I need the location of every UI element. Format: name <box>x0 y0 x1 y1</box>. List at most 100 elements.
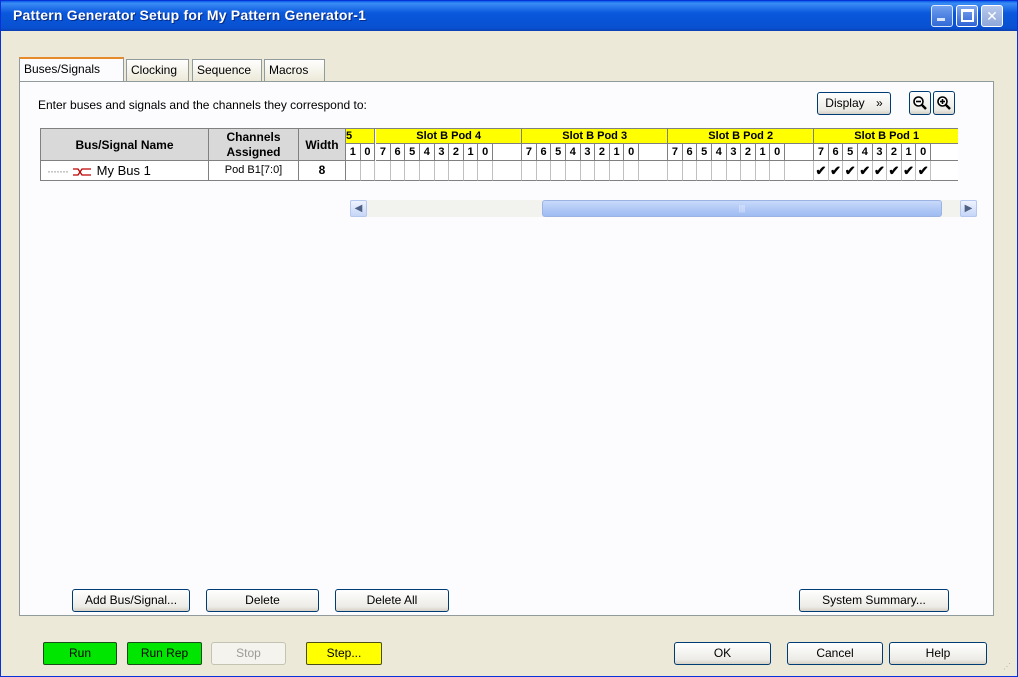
column-header-width[interactable]: Width <box>299 129 346 161</box>
bit-number-label: 3 <box>872 144 888 161</box>
bit-number-label: 7 <box>814 144 829 161</box>
resize-grip-icon[interactable]: ⋰ <box>1003 662 1013 672</box>
bus-icon <box>73 168 92 176</box>
title-bar[interactable]: Pattern Generator Setup for My Pattern G… <box>1 1 1017 31</box>
channel-cell[interactable] <box>478 161 493 181</box>
run-rep-button[interactable]: Run Rep <box>127 642 202 665</box>
channel-cell[interactable] <box>624 161 639 181</box>
column-header-channels[interactable]: Channels Assigned <box>209 129 299 161</box>
channel-cell[interactable] <box>449 161 464 181</box>
channel-cell[interactable] <box>770 161 785 181</box>
channel-cell[interactable] <box>755 161 771 181</box>
channel-cell[interactable]: ✔ <box>828 161 844 181</box>
chevron-left-icon: ◀ <box>354 203 363 214</box>
maximize-button[interactable] <box>956 5 978 27</box>
channel-cell[interactable] <box>741 161 756 181</box>
add-bus-signal-button[interactable]: Add Bus/Signal... <box>72 589 190 612</box>
channel-cell <box>639 161 669 181</box>
bit-number-label: 3 <box>580 144 596 161</box>
channel-cell[interactable]: ✔ <box>872 161 888 181</box>
channel-cell[interactable] <box>566 161 581 181</box>
bit-number-label: 6 <box>828 144 844 161</box>
bus-name: My Bus 1 <box>96 163 151 178</box>
table-row-channels-cell[interactable]: Pod B1[7:0] <box>209 161 299 181</box>
bit-number-label: 4 <box>420 144 435 161</box>
channel-cell[interactable] <box>420 161 435 181</box>
channel-cell[interactable] <box>390 161 406 181</box>
table-row-name-cell[interactable]: ······· My Bus 1 <box>41 161 209 181</box>
help-button[interactable]: Help <box>889 642 987 665</box>
close-icon: ✕ <box>986 8 998 24</box>
channel-cell[interactable] <box>726 161 742 181</box>
scroll-right-button[interactable]: ▶ <box>960 200 977 217</box>
bit-number-label: 0 <box>770 144 785 161</box>
instructions-text: Enter buses and signals and the channels… <box>38 98 367 112</box>
run-button[interactable]: Run <box>43 642 117 665</box>
channel-cell[interactable] <box>360 161 376 181</box>
channel-cell[interactable] <box>376 161 391 181</box>
channel-cell[interactable]: ✔ <box>858 161 873 181</box>
cancel-button[interactable]: Cancel <box>787 642 883 665</box>
bit-number-label: 7 <box>522 144 537 161</box>
channel-cell[interactable] <box>405 161 420 181</box>
ok-button[interactable]: OK <box>674 642 771 665</box>
channel-cell[interactable] <box>536 161 552 181</box>
partial-pod-header: 5 <box>346 129 376 144</box>
delete-all-button[interactable]: Delete All <box>335 589 449 612</box>
bit-number-label: 7 <box>376 144 391 161</box>
bit-number-label: 5 <box>551 144 566 161</box>
channel-cell[interactable] <box>522 161 537 181</box>
zoom-out-button[interactable] <box>909 91 931 115</box>
channel-cell[interactable]: ✔ <box>901 161 917 181</box>
bit-number-label: 1 <box>901 144 917 161</box>
channel-cell[interactable] <box>551 161 566 181</box>
channel-cell[interactable]: ✔ <box>887 161 902 181</box>
channel-horizontal-scrollbar[interactable]: ◀ ||| ▶ <box>350 200 977 217</box>
bit-number-label: 6 <box>390 144 406 161</box>
bit-number-label <box>639 144 669 161</box>
chevron-right-icon: ▶ <box>964 203 973 214</box>
channel-cell[interactable]: ✔ <box>814 161 829 181</box>
zoom-in-button[interactable] <box>933 91 955 115</box>
scroll-thumb[interactable]: ||| <box>542 200 942 217</box>
bus-signal-grid: Bus/Signal Name Channels Assigned Width … <box>40 128 958 181</box>
channel-cell[interactable] <box>712 161 727 181</box>
chevron-down-icon: » <box>876 96 883 110</box>
minimize-button[interactable] <box>931 5 953 27</box>
channel-cell[interactable] <box>609 161 625 181</box>
channel-cell[interactable] <box>668 161 683 181</box>
channel-cell[interactable] <box>434 161 450 181</box>
channel-cell[interactable]: ✔ <box>843 161 858 181</box>
delete-button[interactable]: Delete <box>206 589 319 612</box>
pod-header: Slot B Pod 2 <box>668 129 815 144</box>
channel-cell[interactable] <box>463 161 479 181</box>
system-summary-button[interactable]: System Summary... <box>799 589 949 612</box>
close-button[interactable]: ✕ <box>981 5 1003 27</box>
stop-button[interactable]: Stop <box>211 642 286 665</box>
scroll-left-button[interactable]: ◀ <box>350 200 367 217</box>
tab-buses-signals[interactable]: Buses/Signals <box>19 57 124 81</box>
channel-cell[interactable] <box>346 161 361 181</box>
maximize-icon <box>961 9 974 22</box>
bit-number-label: 3 <box>726 144 742 161</box>
display-dropdown-button[interactable]: Display » <box>817 92 891 115</box>
table-row-width-cell[interactable]: 8 <box>299 161 346 181</box>
bit-number-label: 6 <box>682 144 698 161</box>
channel-cell[interactable]: ✔ <box>916 161 931 181</box>
channel-cell[interactable] <box>580 161 596 181</box>
bit-number-label: 4 <box>566 144 581 161</box>
grip-icon: ||| <box>738 204 746 213</box>
tab-macros[interactable]: Macros <box>264 59 325 81</box>
bit-number-label: 5 <box>405 144 420 161</box>
step-button[interactable]: Step... <box>306 642 382 665</box>
bit-number-label: 3 <box>434 144 450 161</box>
tab-clocking[interactable]: Clocking <box>126 59 189 81</box>
channel-cell[interactable] <box>697 161 712 181</box>
channel-cell <box>931 161 958 181</box>
channel-cell[interactable] <box>595 161 610 181</box>
display-label: Display <box>825 96 865 110</box>
column-header-name[interactable]: Bus/Signal Name <box>41 129 209 161</box>
tab-sequence[interactable]: Sequence <box>192 59 262 81</box>
channel-cell[interactable] <box>682 161 698 181</box>
bit-number-label: 2 <box>449 144 464 161</box>
